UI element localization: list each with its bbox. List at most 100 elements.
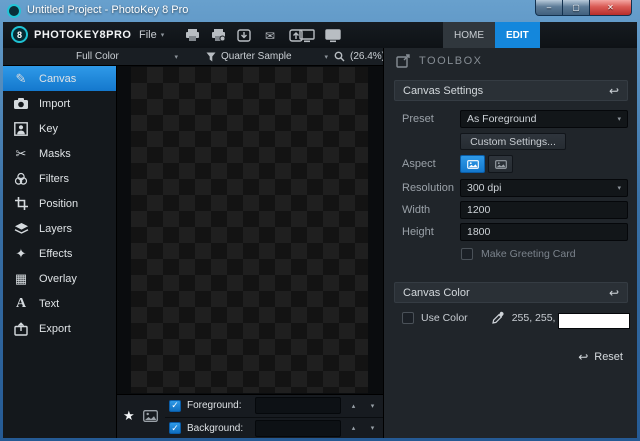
print-icon[interactable]	[183, 28, 201, 43]
preset-label: Preset	[402, 113, 434, 125]
custom-settings-button[interactable]: Custom Settings...	[460, 133, 566, 150]
resolution-dropdown[interactable]: 300 dpi ▾	[460, 179, 628, 197]
color-mode-label: Full Color	[76, 51, 119, 62]
monitor-preview-icon[interactable]	[324, 28, 342, 43]
aspect-label: Aspect	[402, 158, 436, 170]
sidebar-item-masks[interactable]: ✂ Masks	[3, 141, 116, 166]
zoom-dropdown[interactable]: (26.4%) ▾	[329, 49, 394, 64]
email-icon[interactable]: ✉	[261, 28, 279, 43]
sidebar-item-overlay[interactable]: ▦ Overlay	[3, 266, 116, 291]
window-title: Untitled Project - PhotoKey 8 Pro	[27, 4, 189, 16]
thumbnail-icon[interactable]	[143, 410, 158, 422]
resolution-value: 300 dpi	[467, 182, 502, 194]
toolbox-panel-icon	[396, 54, 410, 68]
spin-up-button[interactable]: ▴	[347, 421, 360, 435]
width-field[interactable]: 1200	[460, 201, 628, 219]
app-logo: 8 PHOTOKEY8PRO	[11, 26, 132, 43]
use-color-checkbox[interactable]	[402, 312, 414, 324]
sidebar-item-key[interactable]: Key	[3, 116, 116, 141]
sample-mode-label: Quarter Sample	[221, 51, 292, 62]
canvas-color-title: Canvas Color	[403, 286, 470, 299]
canvas-settings-title: Canvas Settings	[403, 84, 484, 97]
color-swatch[interactable]	[558, 313, 630, 329]
background-row: ✓ Background: ▴ ▾	[165, 416, 383, 439]
sidebar-item-position[interactable]: Position	[3, 191, 116, 216]
maximize-button[interactable]: ▢	[563, 0, 590, 16]
logo-text: PHOTOKEY8PRO	[34, 28, 132, 41]
menubar-display-group	[298, 28, 342, 43]
spin-down-button[interactable]: ▾	[366, 421, 379, 435]
file-menu[interactable]: File ▾	[139, 29, 164, 41]
sidebar-item-export[interactable]: Export	[3, 316, 116, 341]
collapse-arrow-icon[interactable]: ↩	[609, 286, 619, 300]
spin-down-button[interactable]: ▾	[366, 399, 379, 413]
sparkle-icon: ✦	[15, 245, 27, 261]
collapse-arrow-icon[interactable]: ↩	[609, 84, 619, 98]
sample-mode-dropdown[interactable]: Quarter Sample ▾	[201, 49, 333, 64]
use-color-row: Use Color 255, 255, 255	[402, 311, 576, 325]
canvas-workspace	[117, 66, 383, 394]
sidebar-item-layers[interactable]: Layers	[3, 216, 116, 241]
reset-button[interactable]: ↩ Reset	[578, 350, 623, 364]
sidebar-item-label: Masks	[39, 147, 71, 160]
background-label: Background:	[187, 422, 244, 434]
view-toolbar: Full Color ▾ Quarter Sample ▾ (26.4%) ▾	[3, 48, 394, 66]
sidebar-item-label: Filters	[39, 172, 69, 185]
greeting-card-row: Make Greeting Card	[461, 248, 576, 260]
sidebar: ✎ Canvas Import Key ✂ Masks Filters Posi…	[3, 66, 117, 438]
sidebar-item-label: Layers	[39, 222, 73, 235]
monitor-icon[interactable]	[298, 28, 316, 43]
sidebar-item-effects[interactable]: ✦ Effects	[3, 241, 116, 266]
chevron-down-icon: ▾	[174, 53, 178, 61]
toolbox-panel: TOOLBOX Canvas Settings ↩ Preset As Fore…	[383, 48, 637, 438]
canvas-viewport[interactable]	[131, 67, 368, 393]
magnifier-icon	[334, 51, 345, 62]
height-field[interactable]: 1800	[460, 223, 628, 241]
chevron-down-icon: ▾	[617, 116, 621, 123]
scissors-icon: ✂	[15, 145, 27, 161]
close-button[interactable]: ✕	[590, 0, 632, 16]
print-preview-icon[interactable]	[209, 28, 227, 43]
app-icon: –	[7, 4, 21, 18]
window-content: 8 PHOTOKEY8PRO File ▾ ✉ HOME EDIT Full C…	[3, 22, 637, 438]
titlebar[interactable]: – Untitled Project - PhotoKey 8 Pro – ▢ …	[0, 0, 640, 22]
preset-dropdown[interactable]: As Foreground ▾	[460, 110, 628, 128]
canvas-settings-header[interactable]: Canvas Settings ↩	[394, 80, 628, 101]
logo-badge-icon: 8	[11, 26, 28, 43]
sidebar-item-label: Export	[39, 322, 71, 335]
brush-icon: ✎	[15, 70, 27, 86]
import-project-icon[interactable]	[235, 28, 253, 43]
sidebar-item-filters[interactable]: Filters	[3, 166, 116, 191]
background-source-dropdown[interactable]	[255, 419, 341, 437]
greeting-card-label: Make Greeting Card	[481, 248, 576, 260]
foreground-visibility-checkbox[interactable]: ✓	[169, 399, 181, 412]
tab-home[interactable]: HOME	[443, 22, 495, 48]
aspect-portrait-button[interactable]	[460, 155, 485, 173]
layer-rows: ✓ Foreground: ▴ ▾ ✓ Background: ▴ ▾	[165, 395, 383, 438]
reset-arrow-icon: ↩	[578, 350, 589, 364]
foreground-source-dropdown[interactable]	[255, 397, 341, 415]
color-mode-dropdown[interactable]: Full Color ▾	[71, 49, 183, 64]
greeting-card-checkbox[interactable]	[461, 248, 473, 260]
sidebar-item-canvas[interactable]: ✎ Canvas	[3, 66, 116, 91]
eyedropper-icon[interactable]	[491, 311, 505, 325]
crop-icon	[12, 196, 30, 212]
aspect-landscape-button[interactable]	[488, 155, 513, 173]
width-label: Width	[402, 204, 431, 216]
sidebar-item-text[interactable]: A Text	[3, 291, 116, 316]
chevron-down-icon: ▾	[324, 53, 328, 61]
favorite-star-icon[interactable]: ★	[123, 409, 135, 422]
camera-icon	[12, 96, 30, 112]
menubar-icon-group: ✉	[183, 28, 305, 43]
tab-edit[interactable]: EDIT	[495, 22, 540, 48]
minimize-button[interactable]: –	[535, 0, 563, 16]
window-controls: – ▢ ✕	[535, 0, 632, 16]
sidebar-item-label: Key	[39, 122, 58, 135]
mode-tabs: HOME EDIT	[443, 22, 540, 48]
background-visibility-checkbox[interactable]: ✓	[169, 422, 181, 435]
use-color-label: Use Color	[421, 312, 468, 324]
spin-up-button[interactable]: ▴	[347, 399, 360, 413]
sidebar-item-import[interactable]: Import	[3, 91, 116, 116]
canvas-color-header[interactable]: Canvas Color ↩	[394, 282, 628, 303]
sidebar-item-label: Effects	[39, 247, 73, 260]
